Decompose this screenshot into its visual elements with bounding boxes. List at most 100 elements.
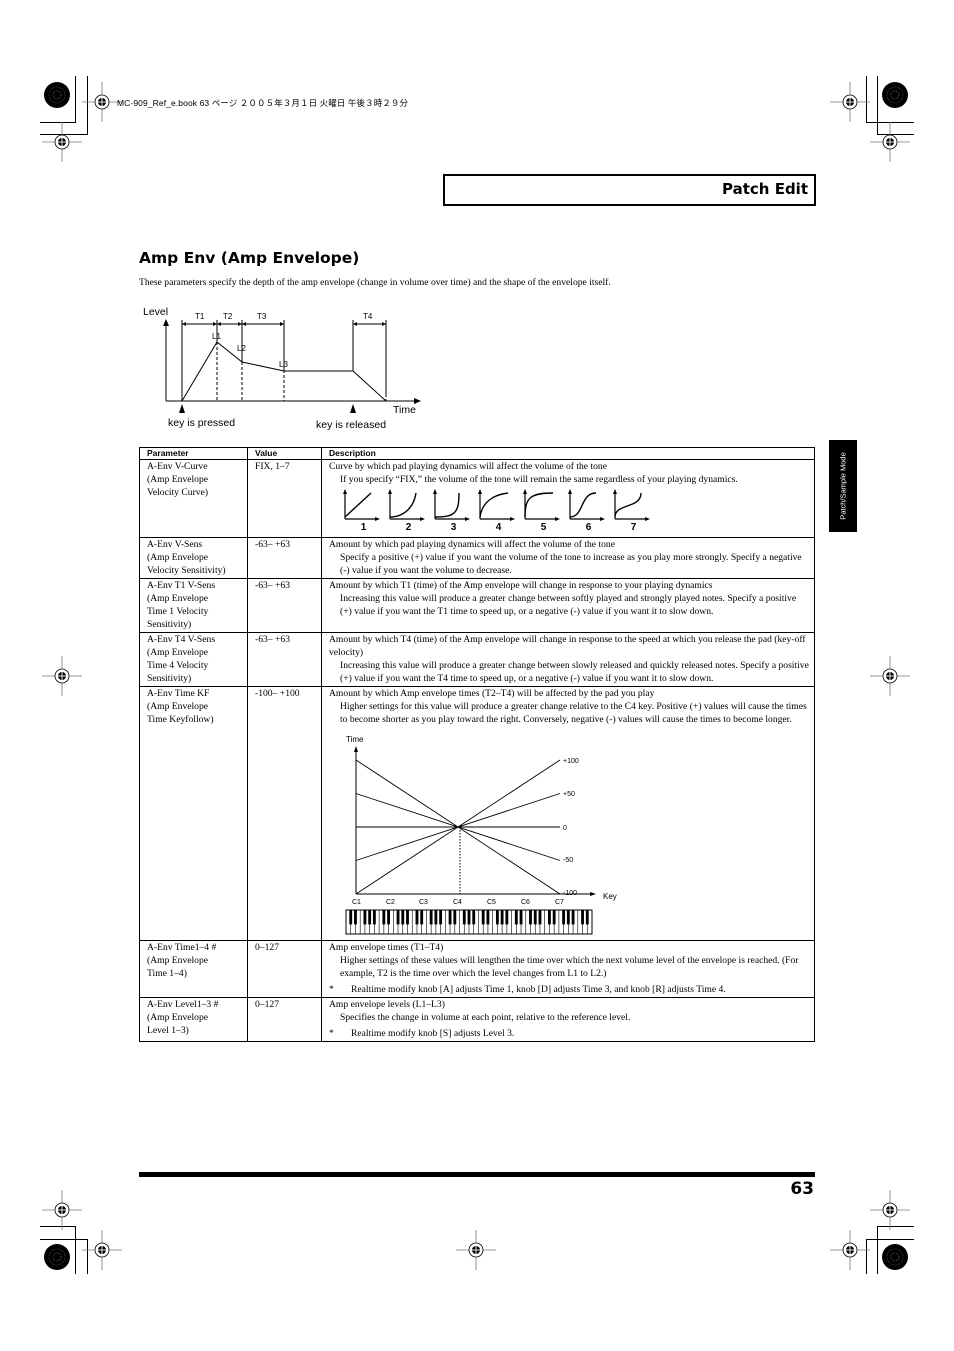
description-detail: Increasing this value will produce a gre… xyxy=(340,660,809,684)
kf-series-label: -50 xyxy=(563,857,573,864)
velocity-curve-4: 4 xyxy=(476,489,521,534)
keyfollow-chart: Time Key C1 C2 C3 C4 C5 C6 C7 +100 +50 0… xyxy=(345,735,617,935)
description-main: Amount by which T4 (time) of the Amp env… xyxy=(329,634,806,658)
value-cell: FIX, 1–7 xyxy=(247,459,322,538)
velocity-curve-label: 4 xyxy=(495,522,502,533)
param-full-name: Time 1–4) xyxy=(147,968,187,979)
kf-series-label: +50 xyxy=(563,791,575,798)
label-t4: T4 xyxy=(363,312,373,321)
param-name: A-Env Time KF xyxy=(147,688,210,699)
kf-tick: C4 xyxy=(453,899,462,906)
param-name: A-Env Level1–3 # xyxy=(147,999,219,1010)
side-tab: Patch/Sample Mode xyxy=(829,440,857,532)
registration-mark-icon xyxy=(42,122,82,162)
value-cell: -100– +100 xyxy=(247,686,322,941)
description-main: Amp envelope times (T1–T4) xyxy=(329,942,444,953)
description-main: Amount by which T1 (time) of the Amp env… xyxy=(329,580,713,591)
description-cell: Amount by which pad playing dynamics wil… xyxy=(321,537,815,579)
registration-mark-icon xyxy=(42,1190,82,1230)
kf-x-axis-label: Key xyxy=(603,892,617,901)
note-text: Realtime modify knob [S] adjusts Level 3… xyxy=(351,1028,515,1039)
key-pressed-label: key is pressed xyxy=(168,417,235,429)
velocity-curve-5: 5 xyxy=(521,489,566,534)
y-axis-arrow-icon xyxy=(163,319,169,326)
velocity-curve-label: 3 xyxy=(450,522,457,533)
y-axis-label: Level xyxy=(143,306,168,318)
starburst-mark-icon xyxy=(43,81,71,109)
velocity-curve-icon xyxy=(388,489,425,521)
kf-series-label: -100 xyxy=(563,890,577,897)
velocity-curve-3: 3 xyxy=(431,489,476,534)
value-cell: -63– +63 xyxy=(247,578,322,633)
velocity-curve-2: 2 xyxy=(386,489,431,534)
velocity-curve-label: 7 xyxy=(630,522,637,533)
description-cell: Amount by which Amp envelope times (T2–T… xyxy=(321,686,815,941)
velocity-curve-label: 6 xyxy=(585,522,592,533)
velocity-curve-1: 1 xyxy=(341,489,386,534)
registration-mark-icon xyxy=(82,1230,122,1270)
registration-mark-icon xyxy=(830,82,870,122)
table-row: A-Env Time1–4 # (Amp Envelope Time 1–4) … xyxy=(139,940,815,998)
key-released-label: key is released xyxy=(316,419,386,431)
x-axis-label: Time xyxy=(393,404,416,416)
param-full-name: Time Keyfollow) xyxy=(147,714,214,725)
velocity-curve-icon xyxy=(343,489,380,521)
header-value: Value xyxy=(247,447,322,460)
registration-mark-icon xyxy=(870,1190,910,1230)
description-cell: Amp envelope times (T1–T4) Higher settin… xyxy=(321,940,815,998)
param-cell: A-Env T4 V-Sens (Amp Envelope Time 4 Vel… xyxy=(139,632,248,687)
param-full-name: (Amp Envelope xyxy=(147,647,209,658)
velocity-curve-6: 6 xyxy=(566,489,611,534)
key-pressed-marker-icon xyxy=(179,404,185,413)
description-detail: Specify a positive (+) value if you want… xyxy=(340,552,802,576)
header-description: Description xyxy=(321,447,815,460)
description-detail: If you specify “FIX,” the volume of the … xyxy=(340,474,738,485)
description-cell: Amp envelope levels (L1–L3) Specifies th… xyxy=(321,997,815,1042)
crop-mark xyxy=(40,1239,88,1240)
starburst-mark-icon xyxy=(881,1243,909,1271)
param-full-name: Sensitivity) xyxy=(147,619,192,630)
note-marker: * xyxy=(329,984,334,995)
param-full-name: (Amp Envelope xyxy=(147,552,209,563)
description-detail: Increasing this value will produce a gre… xyxy=(340,593,797,617)
param-name: A-Env T4 V-Sens xyxy=(147,634,216,645)
registration-mark-icon xyxy=(870,656,910,696)
param-full-name: (Amp Envelope xyxy=(147,701,209,712)
crop-mark xyxy=(877,1226,878,1274)
param-full-name: Sensitivity) xyxy=(147,673,192,684)
label-t2: T2 xyxy=(223,312,233,321)
kf-tick: C3 xyxy=(419,899,428,906)
crop-mark xyxy=(75,76,76,122)
description-main: Curve by which pad playing dynamics will… xyxy=(329,461,607,472)
table-row: A-Env Level1–3 # (Amp Envelope Level 1–3… xyxy=(139,997,815,1042)
note: * Realtime modify knob [S] adjusts Level … xyxy=(329,1027,810,1040)
key-released-marker-icon xyxy=(350,404,356,413)
label-t1: T1 xyxy=(195,312,205,321)
param-name: A-Env V-Sens xyxy=(147,539,203,550)
section-intro: These parameters specify the depth of th… xyxy=(139,277,611,288)
kf-series-label: 0 xyxy=(563,825,567,832)
note-marker: * xyxy=(329,1028,334,1039)
section-title: Amp Env (Amp Envelope) xyxy=(139,249,360,267)
value-cell: -63– +63 xyxy=(247,537,322,579)
kf-series-label: +100 xyxy=(563,758,579,765)
side-tab-label: Patch/Sample Mode xyxy=(838,452,848,520)
velocity-curve-icon xyxy=(433,489,470,521)
description-detail: Higher settings for this value will prod… xyxy=(340,701,807,725)
label-t3: T3 xyxy=(257,312,267,321)
param-cell: A-Env V-Sens (Amp Envelope Velocity Sens… xyxy=(139,537,248,579)
param-full-name: Time 4 Velocity xyxy=(147,660,209,671)
param-cell: A-Env Time1–4 # (Amp Envelope Time 1–4) xyxy=(139,940,248,998)
kf-y-arrow-icon xyxy=(354,746,358,752)
velocity-curve-label: 2 xyxy=(405,522,412,533)
velocity-curve-label: 1 xyxy=(360,522,367,533)
kf-y-axis-label: Time xyxy=(346,735,364,744)
param-full-name: (Amp Envelope xyxy=(147,474,209,485)
param-full-name: Time 1 Velocity xyxy=(147,606,209,617)
table-row: A-Env T4 V-Sens (Amp Envelope Time 4 Vel… xyxy=(139,632,815,687)
parameter-table: Parameter Value Description A-Env V-Curv… xyxy=(139,447,815,1042)
description-main: Amount by which Amp envelope times (T2–T… xyxy=(329,688,655,699)
velocity-curve-icon xyxy=(568,489,605,521)
label-l2: L2 xyxy=(237,344,246,353)
registration-mark-icon xyxy=(870,122,910,162)
